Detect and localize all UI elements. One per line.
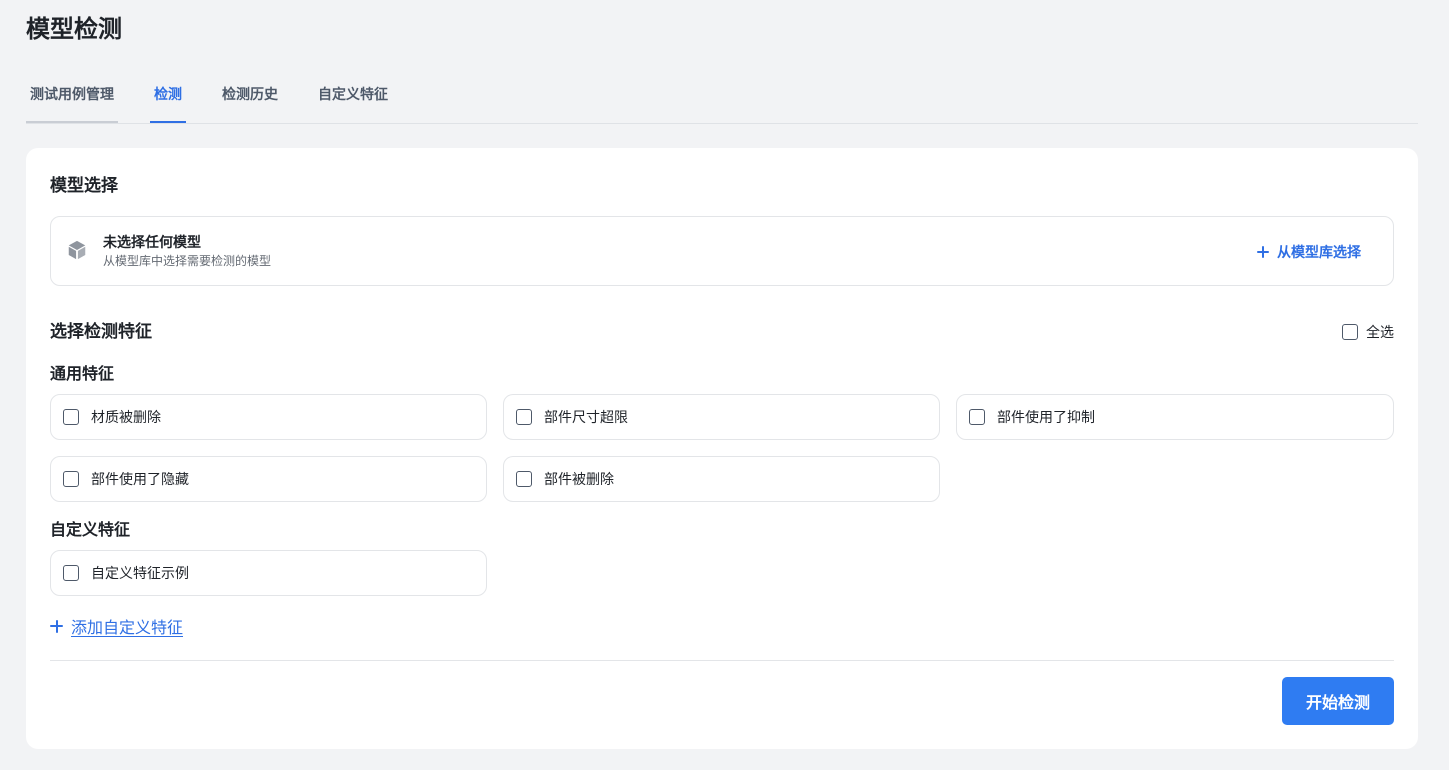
tab-detection[interactable]: 检测	[150, 72, 186, 123]
choose-from-library-label: 从模型库选择	[1277, 245, 1361, 261]
page: 模型检测 测试用例管理 检测 检测历史 自定义特征 模型选择 未选择任何模型 从…	[0, 0, 1449, 770]
feature-label: 材质被删除	[91, 410, 161, 426]
feature-part-size-exceeded[interactable]: 部件尺寸超限	[503, 394, 940, 440]
model-section-title: 模型选择	[50, 176, 118, 196]
feature-custom-example[interactable]: 自定义特征示例	[50, 550, 487, 596]
add-custom-feature-label: 添加自定义特征	[71, 618, 184, 637]
features-section-title: 选择检测特征	[50, 322, 152, 342]
choose-from-library-button[interactable]: 从模型库选择	[1257, 241, 1361, 263]
plus-icon	[1257, 246, 1269, 258]
feature-part-deleted[interactable]: 部件被删除	[503, 456, 940, 502]
empty-model-description: 从模型库中选择需要检测的模型	[103, 254, 272, 268]
tab-custom-features[interactable]: 自定义特征	[318, 72, 388, 123]
checkbox[interactable]	[1342, 324, 1358, 340]
feature-material-deleted[interactable]: 材质被删除	[50, 394, 487, 440]
checkbox[interactable]	[969, 409, 985, 425]
divider	[50, 660, 1394, 661]
checkbox[interactable]	[516, 409, 532, 425]
checkbox[interactable]	[63, 471, 79, 487]
tab-bar: 测试用例管理 检测 检测历史 自定义特征	[26, 72, 1418, 124]
checkbox[interactable]	[63, 409, 79, 425]
start-detection-button[interactable]: 开始检测	[1282, 677, 1394, 725]
add-custom-feature-link[interactable]: 添加自定义特征	[50, 614, 183, 638]
select-all-label: 全选	[1366, 325, 1394, 341]
feature-label: 部件使用了隐藏	[91, 472, 189, 488]
checkbox[interactable]	[63, 565, 79, 581]
feature-part-hidden[interactable]: 部件使用了隐藏	[50, 456, 487, 502]
custom-features-title: 自定义特征	[50, 520, 131, 539]
select-all-checkbox[interactable]: 全选	[1342, 322, 1394, 342]
page-title: 模型检测	[26, 15, 122, 43]
tab-test-case-management[interactable]: 测试用例管理	[26, 72, 118, 123]
feature-label: 部件使用了抑制	[997, 410, 1095, 426]
feature-part-suppressed[interactable]: 部件使用了抑制	[956, 394, 1394, 440]
detection-card: 模型选择 未选择任何模型 从模型库中选择需要检测的模型 从模型库选择 选择检测特…	[26, 148, 1418, 749]
plus-icon	[50, 619, 63, 633]
tab-detection-history[interactable]: 检测历史	[222, 72, 278, 123]
model-selection-box: 未选择任何模型 从模型库中选择需要检测的模型 从模型库选择	[50, 216, 1394, 286]
feature-label: 自定义特征示例	[91, 566, 189, 582]
cube-icon	[68, 240, 86, 260]
feature-label: 部件尺寸超限	[544, 410, 628, 426]
checkbox[interactable]	[516, 471, 532, 487]
feature-label: 部件被删除	[544, 472, 614, 488]
empty-model-title: 未选择任何模型	[103, 235, 201, 251]
general-features-title: 通用特征	[50, 364, 115, 383]
